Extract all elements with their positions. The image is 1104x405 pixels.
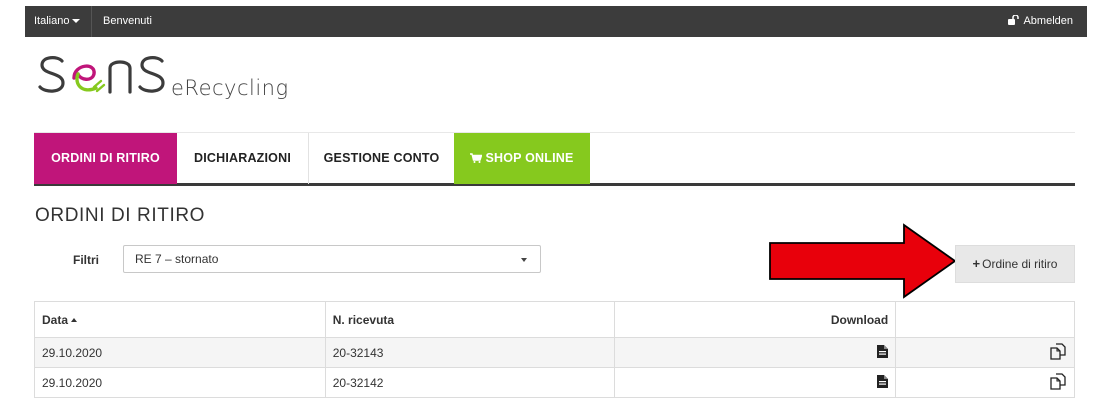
unlock-icon bbox=[1008, 7, 1020, 38]
cell-download bbox=[614, 367, 897, 398]
language-dropdown[interactable]: Italiano bbox=[25, 6, 92, 37]
copy-icon[interactable] bbox=[1050, 372, 1067, 393]
filter-select[interactable]: RE 7 – stornato bbox=[123, 245, 541, 273]
logout-label: Abmelden bbox=[1023, 15, 1073, 27]
table-header-row: Data N. ricevuta Download bbox=[34, 301, 1075, 338]
document-download-icon[interactable] bbox=[877, 344, 889, 361]
welcome-text: Benvenuti bbox=[103, 15, 152, 27]
date-header-label: Data bbox=[42, 312, 69, 327]
table-row: 29.10.2020 20-32142 bbox=[34, 367, 1075, 398]
orders-table: Data N. ricevuta Download 29.10.2020 20-… bbox=[34, 301, 1075, 398]
filter-value: RE 7 – stornato bbox=[135, 252, 219, 266]
shop-online-label: SHOP ONLINE bbox=[485, 151, 574, 165]
tab-gestione-conto[interactable]: GESTIONE CONTO bbox=[309, 133, 454, 184]
cell-actions bbox=[895, 337, 1075, 368]
column-header-date[interactable]: Data bbox=[34, 301, 326, 338]
tab-dichiarazioni[interactable]: DICHIARAZIONI bbox=[177, 133, 309, 184]
cell-number: 20-32143 bbox=[324, 337, 616, 368]
cell-number: 20-32142 bbox=[324, 367, 616, 398]
red-arrow-annotation bbox=[769, 223, 957, 299]
sort-up-icon bbox=[71, 317, 78, 322]
tab-shop-online[interactable]: SHOP ONLINE bbox=[454, 133, 590, 184]
plus-icon: + bbox=[972, 256, 981, 271]
column-header-number: N. ricevuta bbox=[324, 301, 616, 338]
chevron-down-icon bbox=[521, 258, 527, 262]
add-button-label: Ordine di ritiro bbox=[982, 257, 1058, 271]
add-pickup-order-button[interactable]: + Ordine di ritiro bbox=[955, 245, 1075, 283]
sens-logo-mark bbox=[38, 56, 165, 94]
column-header-download: Download bbox=[614, 301, 897, 338]
cart-icon bbox=[470, 153, 483, 163]
tab-ordini-di-ritiro[interactable]: ORDINI DI RITIRO bbox=[34, 133, 177, 184]
logout-link[interactable]: Abmelden bbox=[1008, 6, 1073, 38]
chevron-down-icon bbox=[72, 19, 81, 24]
logo-subtitle: eRecycling bbox=[171, 76, 289, 100]
table-row: 29.10.2020 20-32143 bbox=[34, 337, 1075, 368]
cell-actions bbox=[895, 367, 1075, 398]
page-title: ORDINI DI RITIRO bbox=[35, 205, 206, 226]
cell-date: 29.10.2020 bbox=[34, 367, 326, 398]
top-bar: Italiano Benvenuti Abmelden bbox=[25, 6, 1087, 37]
document-download-icon[interactable] bbox=[877, 374, 889, 391]
main-nav: ORDINI DI RITIRO DICHIARAZIONI GESTIONE … bbox=[34, 132, 1075, 186]
copy-icon[interactable] bbox=[1050, 342, 1067, 363]
column-header-actions bbox=[895, 301, 1075, 338]
language-label: Italiano bbox=[34, 15, 70, 27]
cell-date: 29.10.2020 bbox=[34, 337, 326, 368]
filter-label: Filtri bbox=[73, 253, 99, 267]
cell-download bbox=[614, 337, 897, 368]
